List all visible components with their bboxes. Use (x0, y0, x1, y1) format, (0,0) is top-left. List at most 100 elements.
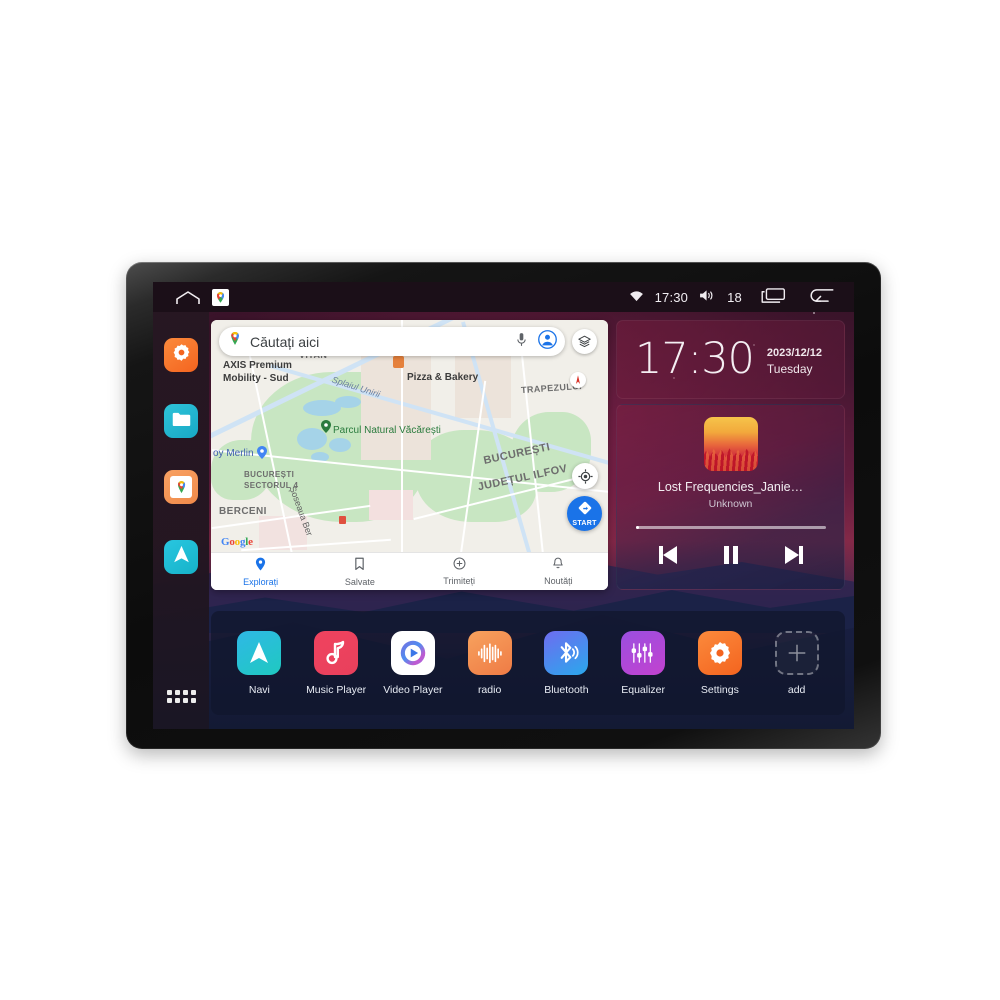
sidebar-item-google-maps[interactable] (164, 470, 198, 504)
dock-app-label: Bluetooth (544, 683, 589, 696)
app-grid-dot (166, 698, 172, 703)
app-grid-dot (182, 690, 188, 695)
volume-icon[interactable] (699, 289, 716, 305)
gear-icon (697, 630, 742, 675)
account-avatar-icon[interactable] (538, 329, 557, 354)
album-art[interactable] (703, 417, 758, 471)
navigation-arrow-icon (237, 630, 282, 675)
app-grid-dot (182, 698, 188, 703)
app-grid-dot (166, 690, 172, 695)
folder-icon (171, 410, 192, 433)
skip-next-icon[interactable] (783, 545, 805, 570)
pause-icon[interactable] (723, 545, 739, 570)
back-icon[interactable] (809, 288, 834, 306)
dock-app-label: Video Player (383, 683, 443, 696)
google-maps-pin-icon (228, 331, 242, 352)
compass-icon[interactable] (570, 372, 586, 388)
app-grid-dot (190, 698, 196, 703)
dock-app-video-player[interactable]: Video Player (376, 630, 450, 696)
map-label: AXIS Premium (223, 360, 292, 371)
map-label: BERCENI (219, 506, 267, 517)
map-search-bar[interactable]: Căutați aici (219, 327, 565, 356)
equalizer-sliders-icon (621, 630, 666, 675)
car-head-unit-device: 17:30 18 AXIS Premium Mobility - Sud Spl… (126, 262, 881, 749)
map-water-area (335, 396, 361, 408)
map-label: Mobility - Sud (223, 373, 289, 384)
sidebar-item-file-manager[interactable] (164, 404, 198, 438)
map-nav-label: Salvate (344, 576, 375, 587)
my-location-icon[interactable] (572, 463, 598, 489)
map-nav-contribute[interactable]: Trimiteți (410, 557, 509, 586)
map-nav-label: Noutăți (544, 576, 573, 586)
track-title: Lost Frequencies_Janie… (657, 480, 804, 494)
clock-date: 2023/12/12 (766, 346, 822, 359)
gear-icon (171, 342, 192, 368)
map-label: Parcul Natural Văcărești (333, 425, 441, 436)
bell-icon (552, 557, 564, 575)
directions-icon (578, 501, 592, 520)
app-grid-dot (174, 698, 180, 703)
map-poi-pin[interactable] (321, 420, 331, 433)
music-player-widget[interactable]: Lost Frequencies_Janie… Unknown (616, 404, 845, 590)
start-navigation-button[interactable]: START (567, 496, 602, 531)
map-tiles[interactable]: VITAN AXIS Premium Mobility - Sud Splaiu… (211, 320, 608, 590)
map-poi-restaurant[interactable] (393, 356, 404, 368)
bluetooth-icon (544, 630, 589, 675)
skip-previous-icon[interactable] (657, 545, 679, 570)
waveform-icon (467, 630, 512, 675)
bookmark-icon (354, 557, 365, 576)
music-controls (657, 545, 805, 570)
wifi-icon (629, 290, 644, 305)
star-speck (813, 312, 815, 314)
dock-app-add[interactable]: add (760, 630, 834, 696)
app-dock: Navi Music Player Video Player radio Blu… (211, 611, 845, 715)
map-label: Pizza & Bakery (407, 372, 479, 383)
app-grid-dot (190, 690, 196, 695)
dock-app-radio[interactable]: radio (453, 630, 527, 696)
play-circle-icon (390, 630, 435, 675)
left-sidebar (153, 312, 209, 729)
google-attribution: Google (221, 536, 253, 548)
send-plus-icon (453, 557, 466, 575)
map-nav-label: Trimiteți (443, 576, 475, 586)
map-label: BUCUREȘTI (244, 470, 295, 479)
map-nav-saved[interactable]: Salvate (310, 557, 409, 587)
status-bar: 17:30 18 (153, 282, 854, 312)
google-maps-icon[interactable] (212, 288, 229, 306)
volume-level: 18 (727, 289, 742, 305)
dock-app-music-player[interactable]: Music Player (299, 630, 373, 696)
dock-app-equalizer[interactable]: Equalizer (606, 630, 680, 696)
app-grid-dot (174, 690, 180, 695)
microphone-icon[interactable] (516, 332, 527, 352)
music-note-icon (314, 630, 359, 675)
map-poi-pin[interactable] (257, 446, 267, 459)
map-nav-explore[interactable]: Explorați (211, 557, 310, 587)
clock-day: Tuesday (766, 361, 813, 376)
google-maps-icon (170, 476, 192, 498)
sidebar-item-settings[interactable] (164, 338, 198, 372)
clock-widget[interactable]: 17:30 2023/12/12 Tuesday (616, 320, 845, 399)
sidebar-item-navigation[interactable] (164, 540, 198, 574)
track-artist: Unknown (708, 498, 753, 510)
dock-app-bluetooth[interactable]: Bluetooth (529, 630, 603, 696)
dock-app-label: radio (477, 683, 502, 696)
dock-app-settings[interactable]: Settings (683, 630, 757, 696)
recents-icon[interactable] (761, 287, 786, 307)
plus-icon (774, 630, 819, 675)
sidebar-item-all-apps[interactable] (166, 690, 196, 703)
search-input[interactable]: Căutați aici (242, 334, 516, 350)
location-pin-icon (255, 557, 266, 576)
map-traffic-marker (339, 516, 346, 524)
map-widget[interactable]: VITAN AXIS Premium Mobility - Sud Splaiu… (211, 320, 608, 590)
dock-app-navi[interactable]: Navi (222, 630, 296, 696)
map-nav-updates[interactable]: Noutăți (509, 557, 608, 586)
map-nav-label: Explorați (243, 576, 279, 587)
map-bottom-nav: Explorați Salvate Trimiteți Noutăți (211, 552, 608, 590)
map-layers-icon[interactable] (572, 329, 597, 354)
navigation-arrow-icon (172, 544, 191, 570)
progress-fill (635, 526, 639, 529)
progress-slider[interactable] (635, 526, 826, 529)
home-icon[interactable] (175, 290, 200, 304)
map-water-area (329, 438, 351, 452)
dock-app-label: Navi (248, 683, 270, 696)
